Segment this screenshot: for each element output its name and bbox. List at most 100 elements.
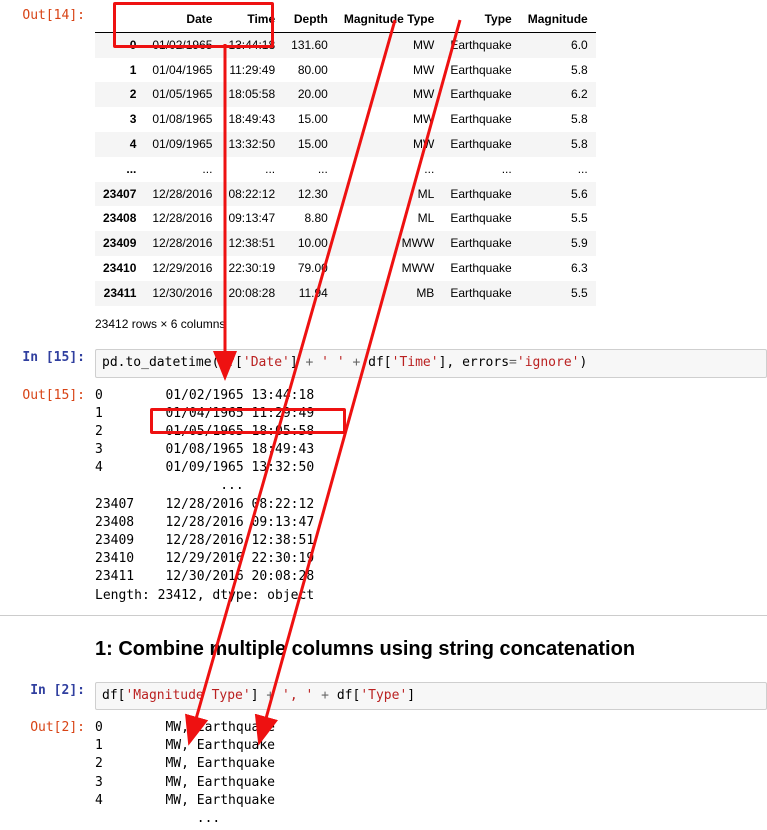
col-time: Time	[220, 7, 283, 32]
cell: Earthquake	[442, 82, 519, 107]
row-index: 23411	[95, 281, 144, 306]
cell: 12.30	[283, 182, 336, 207]
row-index: 0	[95, 32, 144, 57]
cell-in-15-content: pd.to_datetime(df['Date'] + ' ' + df['Ti…	[95, 345, 767, 377]
cell: ...	[520, 157, 596, 182]
table-row: 2341112/30/201620:08:2811.94MBEarthquake…	[95, 281, 596, 306]
cell: 01/05/1965	[144, 82, 220, 107]
cell: MW	[336, 132, 442, 157]
cell-out-2-content: 0 MW, Earthquake 1 MW, Earthquake 2 MW, …	[95, 715, 767, 828]
cell: Earthquake	[442, 231, 519, 256]
cell: 01/09/1965	[144, 132, 220, 157]
series-output-15: 0 01/02/1965 13:44:18 1 01/04/1965 11:29…	[95, 387, 767, 605]
cell: 5.5	[520, 281, 596, 306]
col-magnitude: Magnitude	[520, 7, 596, 32]
row-index: 23409	[95, 231, 144, 256]
cell: Earthquake	[442, 32, 519, 57]
row-index: 23407	[95, 182, 144, 207]
cell: 5.8	[520, 58, 596, 83]
cell: 12/28/2016	[144, 206, 220, 231]
cell-in-2: In [2]: df['Magnitude Type'] + ', ' + df…	[0, 675, 767, 712]
cell-out-15: Out[15]: 0 01/02/1965 13:44:18 1 01/04/1…	[0, 380, 767, 607]
cell: 20:08:28	[220, 281, 283, 306]
cell: 5.6	[520, 182, 596, 207]
cell: 6.3	[520, 256, 596, 281]
table-header-row: Date Time Depth Magnitude Type Type Magn…	[95, 7, 596, 32]
cell-out-2: Out[2]: 0 MW, Earthquake 1 MW, Earthquak…	[0, 712, 767, 830]
cell: 12/28/2016	[144, 182, 220, 207]
cell: MWW	[336, 231, 442, 256]
table-row: 401/09/196513:32:5015.00MWEarthquake5.8	[95, 132, 596, 157]
cell: 10.00	[283, 231, 336, 256]
cell: 5.8	[520, 132, 596, 157]
col-magtype: Magnitude Type	[336, 7, 442, 32]
table-row: 301/08/196518:49:4315.00MWEarthquake5.8	[95, 107, 596, 132]
code-input-15[interactable]: pd.to_datetime(df['Date'] + ' ' + df['Ti…	[95, 349, 767, 377]
in-prompt-15: In [15]:	[0, 345, 95, 377]
cell: 6.0	[520, 32, 596, 57]
cell: 131.60	[283, 32, 336, 57]
out-prompt-2: Out[2]:	[0, 715, 95, 828]
cell: MW	[336, 32, 442, 57]
cell: MB	[336, 281, 442, 306]
row-index: 3	[95, 107, 144, 132]
cell: MWW	[336, 256, 442, 281]
cell: ML	[336, 182, 442, 207]
cell: 12/28/2016	[144, 231, 220, 256]
table-row: 001/02/196513:44:18131.60MWEarthquake6.0	[95, 32, 596, 57]
cell: 12/29/2016	[144, 256, 220, 281]
out-prompt-15: Out[15]:	[0, 383, 95, 605]
cell: ML	[336, 206, 442, 231]
cell: MW	[336, 82, 442, 107]
dataframe-table[interactable]: Date Time Depth Magnitude Type Type Magn…	[95, 7, 596, 306]
cell: 15.00	[283, 132, 336, 157]
cell: Earthquake	[442, 256, 519, 281]
cell: 22:30:19	[220, 256, 283, 281]
table-row: 2341012/29/201622:30:1979.00MWWEarthquak…	[95, 256, 596, 281]
col-type: Type	[442, 7, 519, 32]
table-row: 101/04/196511:29:4980.00MWEarthquake5.8	[95, 58, 596, 83]
cell: 79.00	[283, 256, 336, 281]
cell: ...	[144, 157, 220, 182]
table-row: 2340812/28/201609:13:478.80MLEarthquake5…	[95, 206, 596, 231]
cell-in-2-content: df['Magnitude Type'] + ', ' + df['Type']	[95, 678, 767, 710]
row-index: 2	[95, 82, 144, 107]
row-index: 4	[95, 132, 144, 157]
cell: 09:13:47	[220, 206, 283, 231]
cell: ...	[336, 157, 442, 182]
cell-in-15: In [15]: pd.to_datetime(df['Date'] + ' '…	[0, 342, 767, 379]
cell-out-15-content: 0 01/02/1965 13:44:18 1 01/04/1965 11:29…	[95, 383, 767, 605]
code-input-2[interactable]: df['Magnitude Type'] + ', ' + df['Type']	[95, 682, 767, 710]
series-output-2: 0 MW, Earthquake 1 MW, Earthquake 2 MW, …	[95, 719, 767, 828]
row-index: 1	[95, 58, 144, 83]
cell: Earthquake	[442, 281, 519, 306]
cell: 01/04/1965	[144, 58, 220, 83]
col-index	[95, 7, 144, 32]
cell: 6.2	[520, 82, 596, 107]
row-index: ...	[95, 157, 144, 182]
cell: 8.80	[283, 206, 336, 231]
cell: 12:38:51	[220, 231, 283, 256]
row-index: 23408	[95, 206, 144, 231]
row-index: 23410	[95, 256, 144, 281]
cell: 12/30/2016	[144, 281, 220, 306]
cell: 13:32:50	[220, 132, 283, 157]
cell: MW	[336, 107, 442, 132]
cell: Earthquake	[442, 132, 519, 157]
cell: ...	[220, 157, 283, 182]
cell: 01/02/1965	[144, 32, 220, 57]
cell: 08:22:12	[220, 182, 283, 207]
cell: 11:29:49	[220, 58, 283, 83]
cell: 20.00	[283, 82, 336, 107]
cell-out-14: Out[14]: Date Time Depth Magnitude Type …	[0, 0, 767, 342]
cell: 15.00	[283, 107, 336, 132]
table-row: 201/05/196518:05:5820.00MWEarthquake6.2	[95, 82, 596, 107]
table-row: 2340912/28/201612:38:5110.00MWWEarthquak…	[95, 231, 596, 256]
cell: 11.94	[283, 281, 336, 306]
cell: 80.00	[283, 58, 336, 83]
cell: 13:44:18	[220, 32, 283, 57]
notebook-viewport: Out[14]: Date Time Depth Magnitude Type …	[0, 0, 767, 830]
cell: Earthquake	[442, 107, 519, 132]
dataframe-shape: 23412 rows × 6 columns	[95, 312, 767, 341]
cell: 18:49:43	[220, 107, 283, 132]
